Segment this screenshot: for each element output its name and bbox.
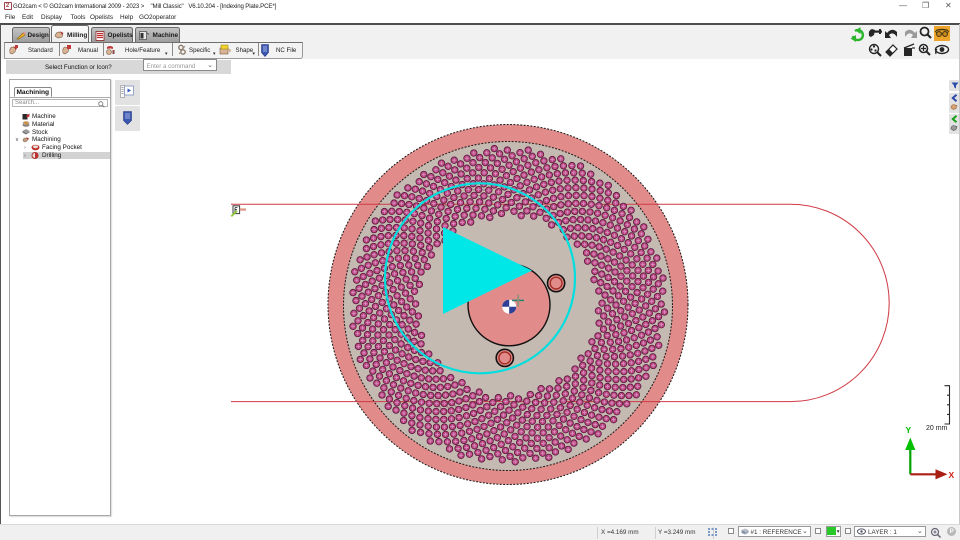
svg-text:20 mm: 20 mm [926, 425, 948, 432]
svg-text:X: X [949, 470, 955, 480]
svg-text:Y: Y [906, 425, 912, 435]
